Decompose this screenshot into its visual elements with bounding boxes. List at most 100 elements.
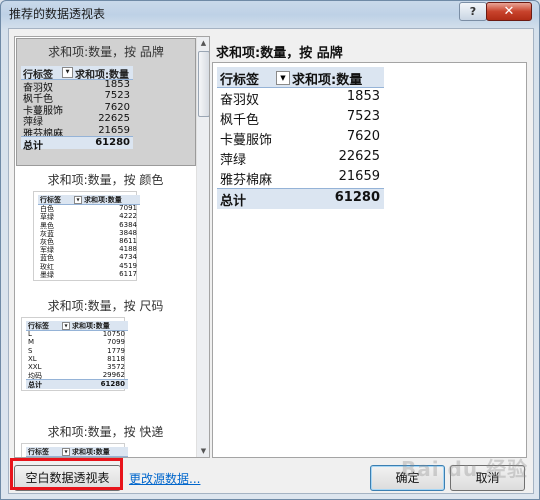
- thumbnail-row-value: 4734: [119, 253, 137, 262]
- thumbnail-row-value: 7091: [119, 204, 137, 213]
- thumbnail-dropdown-icon: ▼: [74, 196, 82, 204]
- preview-total-row: 总计 61280: [217, 188, 384, 209]
- preview-total-value: 61280: [334, 190, 380, 205]
- recommendation-title: 求和项:数量，按 品牌: [48, 45, 164, 59]
- thumbnail-total-row: 总计 61280: [21, 136, 133, 152]
- red-highlight-box: [10, 458, 123, 490]
- thumbnail-row: 墨绿 6117: [38, 269, 140, 279]
- thumbnail-row-value: 8118: [107, 354, 125, 363]
- title-bar: 推荐的数据透视表 ? ✕: [1, 1, 539, 25]
- recommendation-title: 求和项:数量，按 颜色: [47, 173, 164, 187]
- thumbnail-row-value: 1779: [107, 346, 125, 355]
- thumbnail-row-value: 8611: [119, 237, 137, 245]
- thumbnail-row: 军绿 4188: [38, 245, 140, 254]
- preview-row: 奋羽奴 1853: [217, 88, 384, 108]
- help-button[interactable]: ?: [459, 2, 487, 21]
- recommendation-list[interactable]: 求和项:数量，按 品牌 行标签 ▼ 求和项:数量 奋羽奴 1853 枫千色 7523 卡蔓服饰 7…: [14, 36, 210, 458]
- thumbnail-row-value: 3572: [107, 363, 125, 371]
- preview-row: 卡蔓服饰 7620: [217, 128, 384, 148]
- preview-row-label: 枫千色: [220, 113, 260, 128]
- thumbnail-row-value: 10750: [102, 330, 125, 339]
- preview-row-value: 22625: [338, 149, 380, 164]
- pivot-thumbnail: 行标签 ▼ 求和项:数量 白色 7091 草绿 4222 黑色 6384 灰蓝 3848 灰色 8611…: [33, 191, 140, 281]
- thumbnail-row: 黑色 6384: [38, 220, 140, 230]
- thumbnail-row-label: S: [28, 346, 33, 355]
- sum-quantity-header: 求和项:数量: [292, 73, 363, 88]
- thumbnail-row-value: 1853: [104, 78, 130, 90]
- thumbnail-row-labels: 行标签: [28, 448, 49, 456]
- thumbnail-row-value: 4519: [119, 261, 137, 270]
- scroll-up-arrow-icon[interactable]: ▲: [197, 37, 209, 49]
- recommendation-card[interactable]: 求和项:数量，按 品牌 行标签 ▼ 求和项:数量 奋羽奴 1853 枫千色 7523 卡蔓服饰 7…: [16, 38, 196, 166]
- thumbnail-row-value: 4188: [119, 245, 137, 254]
- preview-row-value: 7523: [346, 109, 380, 124]
- recommendation-title: 求和项:数量，按 尺码: [47, 299, 164, 313]
- thumbnail-total-label: 总计: [23, 141, 43, 152]
- row-labels-header: 行标签: [220, 73, 260, 88]
- vertical-scrollbar[interactable]: ▲ ▼: [196, 37, 209, 457]
- thumbnail-row-label: 墨绿: [40, 270, 54, 279]
- pivot-thumbnail: 行标签 ▼ 求和项:数量 L 10750 M 7099 S 1779 XL 8118 XXL 3572 均…: [21, 317, 128, 391]
- recommendation-card[interactable]: 求和项:数量，按 快递 行标签 ▼ 求和项:数量: [15, 419, 196, 457]
- change-source-data-link[interactable]: 更改源数据...: [129, 470, 200, 487]
- thumbnail-total-label: 总计: [28, 381, 42, 390]
- preview-row: 枫千色 7523: [217, 108, 384, 128]
- thumbnail-row: 灰蓝 3848: [38, 228, 140, 238]
- thumbnail-row-value: 29962: [102, 371, 125, 380]
- thumbnail-sum-header: 求和项:数量: [72, 448, 110, 456]
- preview-header-row: 行标签 ▼ 求和项:数量: [217, 67, 384, 88]
- thumbnail-row-label: XXL: [28, 363, 42, 371]
- thumbnail-row: L 10750: [26, 330, 128, 338]
- thumbnail-dropdown-icon: ▼: [62, 67, 73, 78]
- watermark: Bai du 经验: [401, 457, 529, 481]
- thumbnail-row-label: L: [28, 330, 32, 339]
- thumbnail-row: XXL 3572: [26, 363, 128, 371]
- preview-row-label: 雅芬棉麻: [220, 173, 273, 188]
- thumbnail-total-row: 总计 61280: [26, 379, 128, 390]
- thumbnail-row: 草绿 4222: [38, 212, 140, 221]
- thumbnail-row-value: 6384: [119, 220, 137, 229]
- dialog-body: 求和项:数量，按 品牌 行标签 ▼ 求和项:数量 奋羽奴 1853 枫千色 7523 卡蔓服饰 7…: [8, 28, 534, 494]
- thumbnail-row: S 1779: [26, 347, 128, 355]
- thumbnail-row-value: 4222: [119, 212, 137, 221]
- thumbnail-total-value: 61280: [95, 137, 130, 148]
- thumbnail-total-value: 61280: [100, 380, 125, 389]
- recommendation-card[interactable]: 求和项:数量，按 颜色行标签 ▼ 求和项:数量 白色 7091 草绿 4222 黑色 6384 灰…: [15, 167, 196, 289]
- thumbnail-row-value: 21659: [98, 124, 130, 136]
- window-title: 推荐的数据透视表: [9, 7, 106, 21]
- preview-row-label: 卡蔓服饰: [220, 133, 273, 148]
- thumbnail-row-label: M: [28, 338, 35, 347]
- thumbnail-row: M 7099: [26, 338, 128, 346]
- scroll-down-arrow-icon[interactable]: ▼: [197, 445, 209, 457]
- recommendation-card[interactable]: 求和项:数量，按 尺码 行标签 ▼ 求和项:数量 L 10750 M 7099 S 1779 XL 8…: [15, 293, 196, 415]
- preview-total-label: 总计: [220, 194, 247, 209]
- thumbnail-row: 枫千色 7523: [21, 90, 133, 105]
- thumbnail-row-value: 7620: [104, 101, 130, 113]
- pivot-thumbnail: 行标签 ▼ 求和项:数量: [21, 443, 128, 457]
- preview-row-value: 1853: [346, 89, 380, 104]
- thumbnail-row-value: 7523: [104, 90, 130, 101]
- thumbnail-dropdown-icon: ▼: [62, 322, 70, 330]
- filter-dropdown-icon: ▼: [276, 71, 290, 85]
- preview-row-value: 7620: [346, 129, 380, 144]
- recommended-pivot-dialog: 推荐的数据透视表 ? ✕ 求和项:数量，按 品牌 行标签 ▼ 求和项:数量 奋羽奴 185…: [0, 0, 540, 500]
- thumbnail-header: 行标签 ▼ 求和项:数量: [21, 66, 133, 81]
- thumbnail-row-value: 3848: [119, 228, 137, 237]
- thumbnail-row-value: 6117: [119, 269, 137, 278]
- thumbnail-row: 玫红 4519: [38, 261, 140, 271]
- thumbnail-row: 卡蔓服饰 7620: [21, 101, 133, 117]
- thumbnail-row: 蓝色 4734: [38, 253, 140, 262]
- thumbnail-row: 灰色 8611: [38, 237, 140, 246]
- thumbnail-row: 白色 7091: [38, 204, 140, 213]
- thumbnail-row: 雅芬棉麻 21659: [21, 124, 133, 140]
- scroll-thumb[interactable]: [198, 51, 209, 117]
- thumbnail-row: XL 8118: [26, 355, 128, 363]
- close-button[interactable]: ✕: [486, 2, 532, 21]
- thumbnail-row-label: XL: [28, 354, 37, 363]
- preview-title: 求和项:数量，按 品牌: [216, 46, 343, 61]
- preview-row: 雅芬棉麻 21659: [217, 168, 384, 188]
- thumbnail-row: 萍绿 22625: [21, 113, 133, 128]
- thumbnail-header: 行标签 ▼ 求和项:数量: [26, 447, 128, 457]
- thumbnail-row-value: 22625: [98, 113, 130, 124]
- preview-row-value: 21659: [338, 169, 380, 184]
